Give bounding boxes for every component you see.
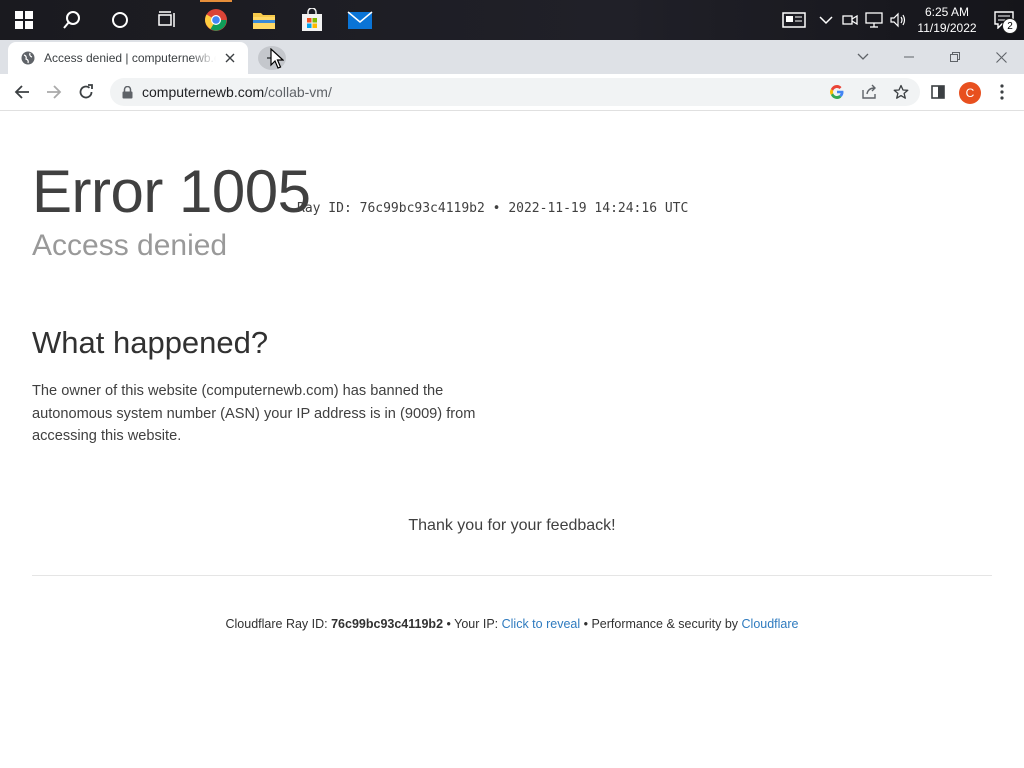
divider [32, 575, 992, 576]
file-explorer-button[interactable] [240, 0, 288, 40]
footer-ip-prefix: • Your IP: [443, 617, 502, 631]
chrome-icon [205, 9, 227, 31]
page-content: Error 1005 Ray ID: 76c99bc93c4119b2 • 20… [0, 111, 1024, 768]
cortana-button[interactable] [96, 0, 144, 40]
tab-title: Access denied | computernewb.com [44, 51, 216, 65]
meet-now-icon[interactable] [838, 0, 862, 40]
forward-button[interactable] [40, 78, 68, 106]
volume-icon[interactable] [886, 0, 910, 40]
url-domain: computernewb.com [142, 84, 265, 100]
notification-count-badge: 2 [1002, 18, 1018, 34]
profile-avatar[interactable]: C [959, 82, 981, 104]
menu-button[interactable] [988, 78, 1016, 106]
ray-id-line: Ray ID: 76c99bc93c4119b2 • 2022-11-19 14… [297, 201, 689, 216]
chevron-down-icon [857, 53, 869, 60]
share-icon[interactable] [858, 81, 880, 103]
what-happened-heading: What happened? [32, 325, 269, 360]
address-bar[interactable]: computernewb.com/collab-vm/ [110, 78, 920, 106]
more-vert-icon [1000, 84, 1004, 100]
microsoft-store-button[interactable] [288, 0, 336, 40]
close-tab-icon[interactable] [222, 50, 238, 66]
reload-icon [79, 84, 93, 99]
arrow-left-icon [14, 85, 29, 99]
error-explanation: The owner of this website (computernewb.… [32, 383, 476, 444]
browser-tab-active[interactable]: Access denied | computernewb.com [8, 42, 248, 74]
clock-date: 11/19/2022 [917, 21, 977, 35]
close-icon [995, 51, 1007, 63]
taskbar-clock[interactable]: 6:25 AM 11/19/2022 [914, 4, 980, 36]
chevron-up-icon[interactable] [814, 0, 838, 40]
lock-icon[interactable] [120, 85, 134, 99]
cortana-icon [112, 12, 128, 28]
footer-ray-id: 76c99bc93c4119b2 [331, 617, 444, 631]
browser-tabstrip: Access denied | computernewb.com [0, 40, 1024, 74]
reveal-ip-link[interactable]: Click to reveal [502, 617, 581, 631]
back-button[interactable] [8, 78, 36, 106]
footer-perf-prefix: • Performance & security by [580, 617, 742, 631]
url-text: computernewb.com/collab-vm/ [142, 84, 332, 100]
browser-toolbar: computernewb.com/collab-vm/ C [0, 74, 1024, 111]
side-panel-icon [931, 85, 945, 99]
search-icon [63, 11, 80, 29]
action-center-button[interactable]: 2 [984, 0, 1024, 40]
mail-icon [347, 11, 373, 29]
close-window-button[interactable] [978, 40, 1024, 74]
clock-time: 6:25 AM [924, 5, 970, 19]
restore-button[interactable] [932, 40, 978, 74]
news-widget-icon[interactable] [774, 0, 814, 40]
footer-ray-prefix: Cloudflare Ray ID: [225, 617, 332, 631]
store-bag-icon [302, 8, 322, 31]
cloudflare-footer: Cloudflare Ray ID: 76c99bc93c4119b2 • Yo… [0, 617, 1024, 631]
arrow-right-icon [47, 85, 62, 99]
network-icon[interactable] [862, 0, 886, 40]
url-path: /collab-vm/ [264, 84, 332, 100]
minimize-icon [904, 56, 914, 58]
task-view-button[interactable] [144, 0, 192, 40]
reload-button[interactable] [72, 78, 100, 106]
tab-search-button[interactable] [840, 40, 886, 74]
error-title: Error 1005 [32, 158, 311, 225]
mouse-cursor-icon [270, 48, 284, 69]
bookmark-star-icon[interactable] [890, 81, 912, 103]
globe-icon [20, 50, 36, 66]
cloudflare-link[interactable]: Cloudflare [742, 617, 799, 631]
mail-button[interactable] [336, 0, 384, 40]
restore-icon [950, 52, 960, 62]
search-button[interactable] [48, 0, 96, 40]
folder-icon [253, 13, 275, 29]
taskbar: 6:25 AM 11/19/2022 2 [0, 0, 1024, 40]
side-panel-button[interactable] [924, 78, 952, 106]
windows-start-button[interactable] [0, 0, 48, 40]
chrome-taskbar-button[interactable] [192, 0, 240, 40]
system-tray: 6:25 AM 11/19/2022 2 [774, 0, 1024, 40]
feedback-thanks: Thank you for your feedback! [408, 517, 616, 534]
error-subtitle: Access denied [32, 229, 228, 262]
minimize-button[interactable] [886, 40, 932, 74]
google-icon[interactable] [826, 81, 848, 103]
task-view-icon [158, 11, 175, 27]
windows-logo-icon [15, 11, 33, 29]
